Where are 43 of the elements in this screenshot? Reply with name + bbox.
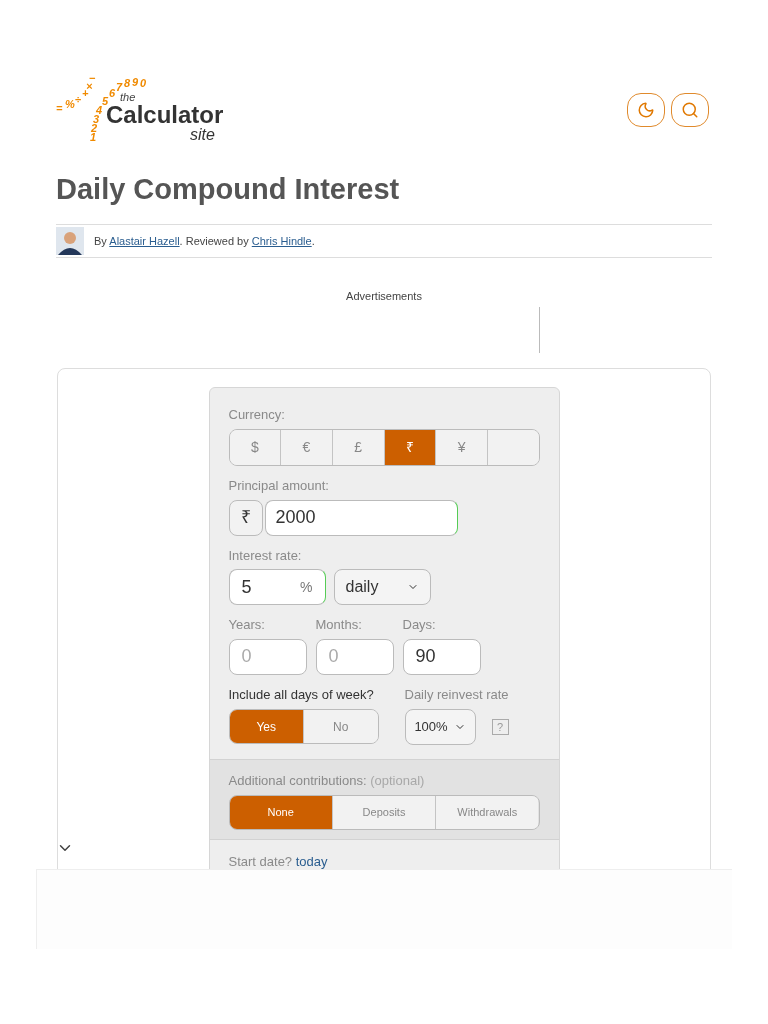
- field-label: Years:: [228, 616, 266, 634]
- principal-input[interactable]: 2000: [264, 499, 458, 536]
- segment-option[interactable]: ¥: [435, 430, 487, 465]
- search-button[interactable]: [671, 93, 709, 127]
- number-input[interactable]: 0: [228, 638, 307, 675]
- logo-site: site: [190, 127, 215, 143]
- field-label: Days:: [402, 616, 437, 634]
- field-label: Months:: [315, 616, 363, 634]
- segment-option[interactable]: Deposits: [331, 795, 436, 829]
- interest-rate-input[interactable]: 5 %: [228, 569, 326, 605]
- segment-option[interactable]: £: [331, 430, 384, 465]
- field-label: Daily reinvest rate: [404, 685, 509, 704]
- segment-option[interactable]: No: [303, 710, 378, 743]
- field-label: Principal amount:: [228, 477, 330, 495]
- period-select[interactable]: daily: [333, 569, 431, 605]
- segment-option[interactable]: None: [229, 795, 332, 829]
- help-button[interactable]: ?: [491, 719, 509, 735]
- number-input[interactable]: 0: [315, 638, 394, 675]
- segment-option[interactable]: $: [229, 430, 281, 465]
- moon-icon: [637, 101, 655, 119]
- segment-option[interactable]: Withdrawals: [435, 795, 539, 829]
- number-input[interactable]: 90: [402, 638, 481, 675]
- logo-the: the: [120, 92, 136, 103]
- page-title: Daily Compound Interest: [56, 175, 401, 204]
- segment-option[interactable]: €: [280, 430, 332, 465]
- field-label: Currency:: [228, 405, 286, 424]
- segment-option[interactable]: ₹: [383, 430, 436, 465]
- currency-symbol: ₹: [228, 499, 263, 536]
- field-label: Interest rate:: [228, 546, 303, 565]
- segment-option[interactable]: Yes: [229, 710, 303, 743]
- segment-option[interactable]: [486, 430, 539, 465]
- search-icon: [681, 101, 699, 119]
- avatar: [56, 227, 84, 255]
- reviewer-link[interactable]: Chris Hindle: [251, 234, 312, 247]
- today-link[interactable]: today: [295, 853, 328, 869]
- reinvest-select[interactable]: 100%: [404, 709, 476, 745]
- ads-label: Advertisements: [345, 289, 423, 304]
- byline: By Alastair Hazell. Reviewed by Chris Hindle.: [94, 233, 315, 249]
- field-label: Additional contributions: (optional): [228, 772, 426, 790]
- author-link[interactable]: Alastair Hazell: [109, 234, 180, 247]
- theme-toggle-button[interactable]: [627, 93, 665, 127]
- start-date-label: Start date? today: [227, 852, 329, 871]
- field-label: Include all days of week?: [228, 685, 375, 704]
